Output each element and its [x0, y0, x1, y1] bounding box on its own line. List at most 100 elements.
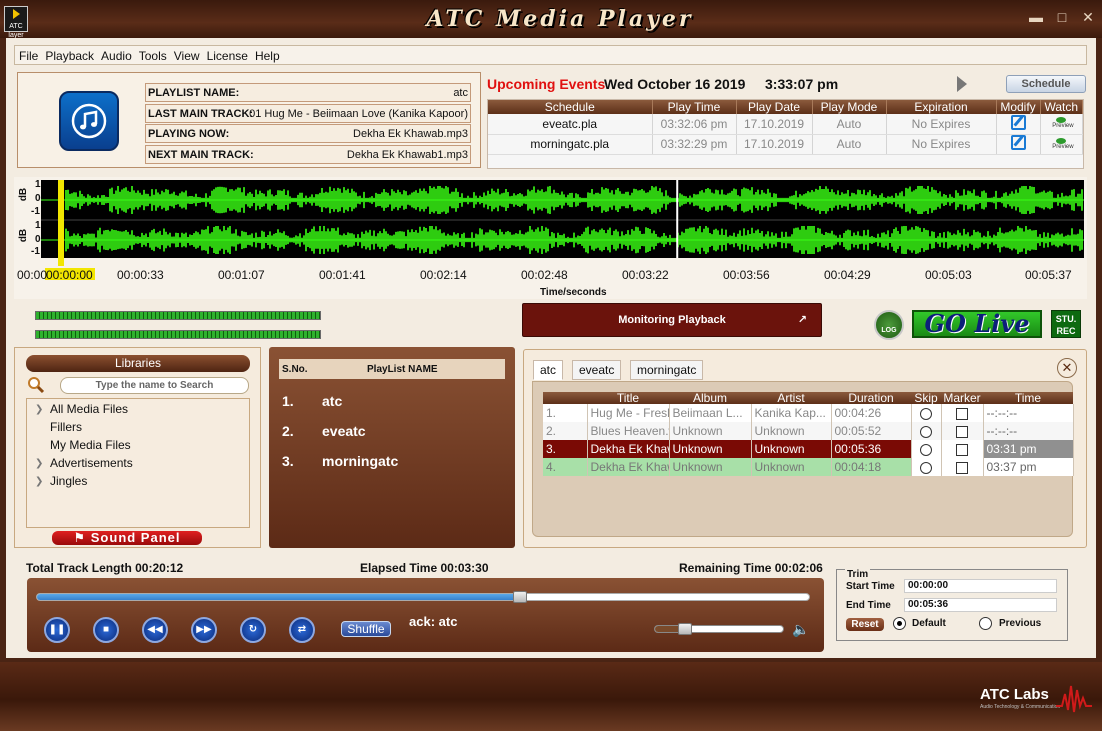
library-item-fillers[interactable]: Fillers	[50, 420, 82, 434]
preview-icon[interactable]: Preview	[1052, 117, 1074, 131]
trim-title: Trim	[845, 569, 871, 580]
playlist-item[interactable]: 1. atc	[282, 393, 342, 409]
cursor-time: 00:00:00	[46, 268, 93, 282]
chevron-right-icon[interactable]: ❯	[35, 476, 43, 487]
col-title[interactable]: Title	[587, 392, 669, 404]
shuffle-icon-button[interactable]: ⇄	[289, 617, 315, 643]
col-modify[interactable]: Modify	[996, 100, 1041, 114]
col-watch[interactable]: Watch	[1040, 100, 1083, 114]
seek-bar[interactable]	[36, 593, 810, 601]
volume-handle[interactable]	[678, 623, 693, 635]
marker-checkbox[interactable]	[956, 425, 968, 438]
menu-license[interactable]: License	[203, 46, 251, 63]
next-main-track-row: NEXT MAIN TRACK: Dekha Ek Khawab1.mp3	[145, 145, 471, 164]
col-time[interactable]: Time	[983, 392, 1073, 404]
db-label-top: dB	[18, 187, 30, 202]
studio-record-button[interactable]: STU. REC	[1051, 310, 1081, 338]
menu-playback[interactable]: Playback	[41, 46, 97, 63]
maximize-icon[interactable]: □	[1052, 8, 1072, 26]
skip-radio[interactable]	[920, 407, 932, 420]
tab-eveatc[interactable]: eveatc	[572, 360, 622, 380]
pause-button[interactable]: ❚❚	[44, 617, 70, 643]
time-axis-label: Time/seconds	[540, 287, 607, 298]
schedule-button[interactable]: Schedule	[1006, 75, 1086, 93]
repeat-button[interactable]: ↻	[240, 617, 266, 643]
db-label-bottom: dB	[18, 228, 30, 243]
skip-radio[interactable]	[920, 425, 932, 438]
marker-checkbox[interactable]	[956, 443, 968, 456]
now-playing-info: PLAYLIST NAME: atc LAST MAIN TRACK: 01 Hug…	[17, 72, 481, 168]
track-row[interactable]: 2.Blues Heaven.w...UnknownUnknown00:05:5…	[543, 422, 1074, 440]
playlist-header: S.No. PlayList NAME	[279, 359, 505, 379]
seek-handle[interactable]	[512, 591, 527, 603]
play-triangle-icon[interactable]	[957, 76, 967, 92]
menu-view[interactable]: View	[170, 46, 203, 63]
library-item-my-media[interactable]: My Media Files	[50, 438, 131, 452]
start-marker[interactable]	[58, 180, 64, 266]
log-button[interactable]: LOG	[874, 310, 904, 340]
monitoring-playback-button[interactable]: Monitoring Playback ↗	[522, 303, 822, 337]
preview-icon[interactable]: Preview	[1052, 137, 1074, 152]
sound-panel-button[interactable]: ⚑ Sound Panel	[52, 531, 202, 545]
reset-button[interactable]: Reset	[846, 618, 884, 631]
col-play-date[interactable]: Play Date	[736, 100, 813, 114]
edit-icon[interactable]	[1010, 135, 1026, 150]
app-logo[interactable]: ATC layer	[4, 6, 28, 39]
col-artist[interactable]: Artist	[751, 392, 831, 404]
library-item-all-media[interactable]: All Media Files	[50, 402, 128, 416]
edit-icon[interactable]	[1010, 114, 1026, 130]
close-icon[interactable]: ✕	[1078, 8, 1098, 26]
waveform-display[interactable]	[41, 180, 1084, 258]
start-time-field[interactable]: 00:00:00	[904, 579, 1057, 593]
track-row-next[interactable]: 4.Dekha Ek Khaw...UnknownUnknown00:04:18…	[543, 458, 1074, 476]
waveform-graph	[41, 180, 1084, 258]
playlist-item[interactable]: 3. morningatc	[282, 453, 398, 469]
library-item-advertisements[interactable]: Advertisements	[50, 456, 133, 470]
library-search-input[interactable]: Type the name to Search	[60, 377, 249, 394]
stop-button[interactable]: ■	[93, 617, 119, 643]
previous-button[interactable]: ◀◀	[142, 617, 168, 643]
bell-icon: ⚑	[73, 530, 91, 545]
event-row[interactable]: eveatc.pla 03:32:06 pm 17.10.2019 Auto N…	[488, 114, 1083, 135]
start-time-label: Start Time	[846, 581, 895, 592]
col-duration[interactable]: Duration	[831, 392, 911, 404]
chevron-right-icon[interactable]: ❯	[35, 404, 43, 415]
volume-slider[interactable]	[654, 625, 784, 633]
speaker-icon[interactable]: 🔈	[792, 621, 809, 638]
track-row[interactable]: 1.Hug Me - Fresh...Beiimaan L...Kanika K…	[543, 404, 1074, 422]
menu-tools[interactable]: Tools	[135, 46, 170, 63]
search-icon	[27, 376, 45, 394]
events-header: Upcoming Events Wed October 16 2019 3:33…	[487, 72, 1087, 98]
next-button[interactable]: ▶▶	[191, 617, 217, 643]
track-row-playing[interactable]: 3.Dekha Ek KhawabUnknownUnknown00:05:36 …	[543, 440, 1074, 458]
col-marker[interactable]: Marker	[941, 392, 983, 404]
remaining-time: Remaining Time 00:02:06	[679, 561, 823, 575]
minimize-icon[interactable]: ▬	[1026, 8, 1046, 26]
event-row[interactable]: morningatc.pla 03:32:29 pm 17.10.2019 Au…	[488, 134, 1083, 155]
menu-file[interactable]: File	[15, 46, 41, 63]
col-schedule[interactable]: Schedule	[488, 100, 653, 114]
menu-audio[interactable]: Audio	[97, 46, 135, 63]
skip-radio[interactable]	[920, 461, 932, 474]
col-expiration[interactable]: Expiration	[886, 100, 997, 114]
default-radio[interactable]	[893, 617, 906, 630]
marker-checkbox[interactable]	[956, 407, 968, 420]
shuffle-button[interactable]: Shuffle	[341, 621, 391, 637]
close-playlist-button[interactable]: ✕	[1057, 358, 1077, 378]
brand-logo: ATC Labs	[980, 686, 1049, 703]
library-item-jingles[interactable]: Jingles	[50, 474, 87, 488]
col-play-time[interactable]: Play Time	[652, 100, 737, 114]
skip-radio[interactable]	[920, 443, 932, 456]
marker-checkbox[interactable]	[956, 461, 968, 474]
tab-morningatc[interactable]: morningatc	[630, 360, 704, 380]
end-time-field[interactable]: 00:05:36	[904, 598, 1057, 612]
col-skip[interactable]: Skip	[911, 392, 941, 404]
chevron-right-icon[interactable]: ❯	[35, 458, 43, 469]
menu-help[interactable]: Help	[251, 46, 283, 63]
tab-atc[interactable]: atc	[533, 360, 564, 380]
previous-radio[interactable]	[979, 617, 992, 630]
col-play-mode[interactable]: Play Mode	[812, 100, 887, 114]
go-live-button[interactable]: GO Live	[912, 310, 1042, 338]
col-album[interactable]: Album	[669, 392, 751, 404]
playlist-item[interactable]: 2. eveatc	[282, 423, 366, 439]
